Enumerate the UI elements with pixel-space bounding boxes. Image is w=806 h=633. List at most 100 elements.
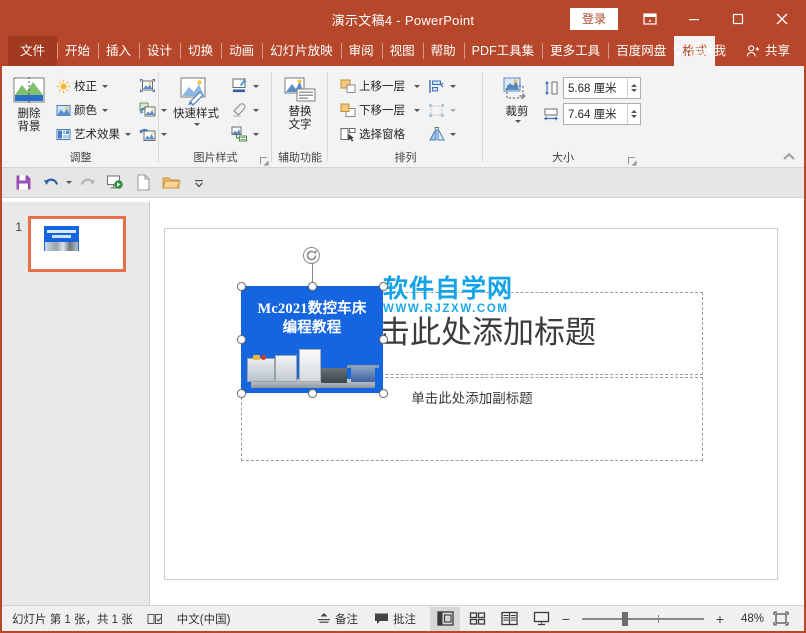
title-bar: 演示文稿4 - PowerPoint 登录 [2, 2, 804, 36]
chevron-down-icon[interactable] [102, 109, 108, 112]
align-objects-button[interactable] [426, 74, 458, 98]
group-objects-button[interactable] [426, 98, 458, 122]
spellcheck-button[interactable] [147, 612, 163, 626]
picture-quick-styles-button[interactable]: 快速样式 [165, 70, 227, 128]
rotation-handle[interactable] [303, 247, 320, 264]
chevron-down-icon[interactable] [450, 133, 456, 136]
chevron-down-icon[interactable] [253, 85, 259, 88]
remove-background-button[interactable]: 删除 背景 [8, 70, 50, 136]
window-title: 演示文稿4 - PowerPoint [332, 10, 475, 29]
chevron-down-icon[interactable] [125, 133, 131, 136]
tab-design[interactable]: 设计 [139, 36, 180, 66]
alt-text-button[interactable]: 替换 文字 [278, 70, 322, 134]
minimize-icon[interactable] [672, 2, 716, 36]
tab-pdf-tools[interactable]: PDF工具集 [464, 36, 543, 66]
chevron-down-icon[interactable] [515, 120, 521, 123]
resize-handle-top-center[interactable] [308, 282, 317, 291]
comments-label: 批注 [393, 611, 416, 627]
redo-button[interactable] [74, 171, 100, 195]
sign-in-button[interactable]: 登录 [570, 8, 618, 30]
shape-height-field[interactable]: 5.68 厘米 [563, 77, 641, 99]
fit-to-window-button[interactable] [766, 607, 796, 631]
zoom-slider[interactable] [582, 607, 704, 631]
language-label[interactable]: 中文(中国) [177, 611, 231, 627]
send-backward-button[interactable]: 下移一层 [338, 98, 422, 122]
ribbon-display-options-icon[interactable] [628, 2, 672, 36]
chevron-down-icon[interactable] [450, 85, 456, 88]
shape-width-stepper[interactable] [627, 104, 640, 124]
new-button[interactable] [130, 171, 156, 195]
rotate-objects-button[interactable] [426, 122, 458, 146]
zoom-out-button[interactable]: − [558, 611, 574, 627]
maximize-icon[interactable] [716, 2, 760, 36]
shape-height-stepper[interactable] [627, 78, 640, 98]
zoom-slider-knob[interactable] [622, 612, 628, 626]
bring-forward-button[interactable]: 上移一层 [338, 74, 422, 98]
tab-file[interactable]: 文件 [8, 36, 57, 66]
chevron-down-icon[interactable] [66, 181, 72, 184]
close-icon[interactable] [760, 2, 804, 36]
resize-handle-bottom-center[interactable] [308, 389, 317, 398]
customize-qat-button[interactable] [186, 171, 212, 195]
zoom-level-label[interactable]: 48% [730, 613, 764, 625]
resize-handle-middle-left[interactable] [237, 335, 246, 344]
thumbnail-picture [44, 226, 79, 251]
open-button[interactable] [158, 171, 184, 195]
tab-help[interactable]: 帮助 [423, 36, 464, 66]
corrections-button[interactable]: 校正 [54, 74, 133, 98]
slide-sorter-button[interactable] [462, 607, 492, 631]
tab-review[interactable]: 审阅 [341, 36, 382, 66]
chevron-down-icon[interactable] [414, 85, 420, 88]
size-dialog-launcher[interactable] [628, 157, 637, 166]
color-button[interactable]: 颜色 [54, 98, 133, 122]
ribbon-tab-bar: 文件 开始 插入 设计 切换 动画 幻灯片放映 审阅 视图 帮助 PDF工具集 … [2, 36, 804, 66]
chevron-down-icon[interactable] [414, 109, 420, 112]
thumbnail-list: 1 [2, 202, 149, 272]
bring-forward-label: 上移一层 [359, 78, 405, 94]
chevron-down-icon[interactable] [253, 109, 259, 112]
tab-more-tools[interactable]: 更多工具 [542, 36, 608, 66]
watermark-text: 软件自学网 [383, 276, 543, 302]
resize-handle-top-right[interactable] [379, 282, 388, 291]
chevron-down-icon[interactable] [450, 109, 456, 112]
tab-view[interactable]: 视图 [382, 36, 423, 66]
resize-handle-middle-right[interactable] [379, 335, 388, 344]
slideshow-view-button[interactable] [526, 607, 556, 631]
start-slideshow-button[interactable] [102, 171, 128, 195]
group-objects-icon [428, 103, 445, 118]
tell-me-button[interactable]: 告诉我 [662, 36, 736, 66]
tab-insert[interactable]: 插入 [98, 36, 139, 66]
selected-picture[interactable]: Mc2021数控车床 编程教程 [241, 286, 383, 393]
resize-handle-bottom-left[interactable] [237, 389, 246, 398]
picture-styles-dialog-launcher[interactable] [260, 157, 269, 166]
slide-canvas[interactable]: 单击此处添加标题 单击此处添加副标题 软件自学网 WWW.RJZXW.COM [164, 228, 778, 580]
picture-border-button[interactable] [229, 74, 261, 98]
picture-effects-button[interactable] [229, 98, 261, 122]
reading-view-button[interactable] [494, 607, 524, 631]
shape-width-field[interactable]: 7.64 厘米 [563, 103, 641, 125]
chevron-down-icon[interactable] [194, 123, 200, 126]
slide-thumbnail-1[interactable] [28, 216, 126, 272]
picture-layout-button[interactable] [229, 122, 261, 146]
zoom-in-button[interactable]: + [712, 611, 728, 627]
tab-animations[interactable]: 动画 [221, 36, 262, 66]
tab-slideshow[interactable]: 幻灯片放映 [262, 36, 341, 66]
resize-handle-bottom-right[interactable] [379, 389, 388, 398]
crop-button[interactable]: 裁剪 [497, 70, 537, 125]
collapse-ribbon-button[interactable] [782, 151, 796, 165]
normal-view-button[interactable] [430, 607, 460, 631]
tab-transitions[interactable]: 切换 [180, 36, 221, 66]
selection-pane-button[interactable]: 选择窗格 [338, 122, 422, 146]
undo-button[interactable] [38, 171, 72, 195]
resize-handle-top-left[interactable] [237, 282, 246, 291]
chevron-down-icon[interactable] [253, 133, 259, 136]
notes-button[interactable]: 备注 [317, 611, 358, 627]
chevron-down-icon[interactable] [102, 85, 108, 88]
share-person-icon [746, 44, 761, 58]
artistic-effects-button[interactable]: 艺术效果 [54, 122, 133, 146]
save-button[interactable] [10, 171, 36, 195]
share-button[interactable]: 共享 [736, 36, 800, 66]
comments-button[interactable]: 批注 [374, 611, 416, 627]
picture-border-icon [231, 78, 248, 94]
tab-home[interactable]: 开始 [57, 36, 98, 66]
